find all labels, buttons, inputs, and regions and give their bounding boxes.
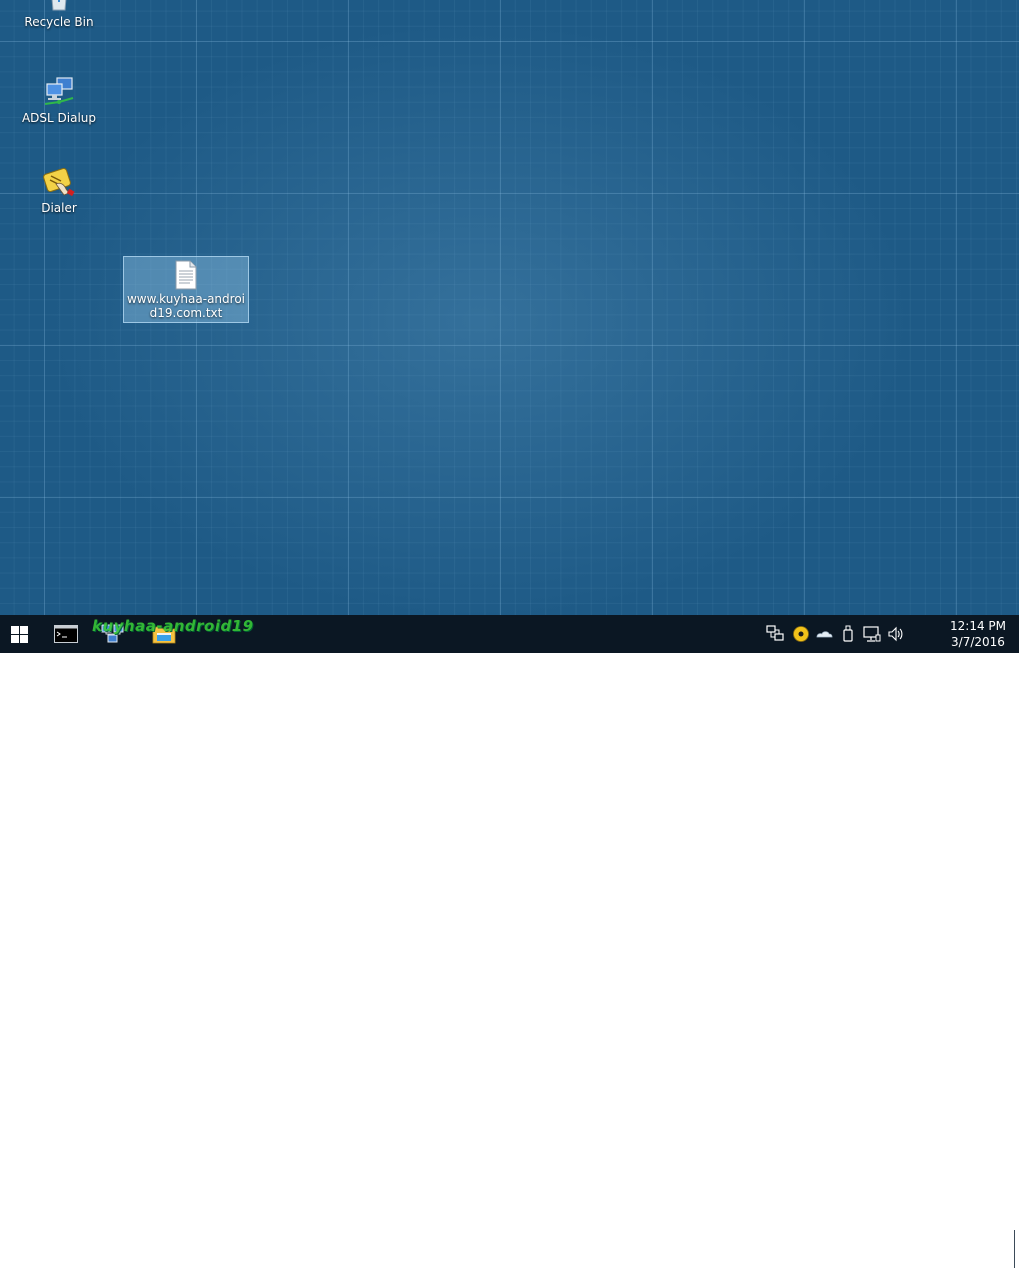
desktop-icon-dialer[interactable]: Dialer [19, 166, 99, 216]
tray-cloud[interactable] [815, 625, 833, 643]
desktop-icon-text-file[interactable]: www.kuyhaa-android19.com.txt [123, 256, 249, 323]
tray-network-manager[interactable] [766, 625, 784, 643]
dialer-icon [43, 168, 75, 197]
desktop-icon-label: ADSL Dialup [21, 111, 97, 125]
clock-date: 3/7/2016 [951, 635, 1005, 649]
desktop-icon-label: www.kuyhaa-android19.com.txt [126, 292, 245, 320]
start-button[interactable] [0, 615, 38, 653]
text-file-icon [175, 260, 197, 290]
network-manager-icon [766, 625, 784, 641]
show-desktop-button[interactable] [1014, 1230, 1019, 1268]
tray-volume[interactable] [887, 625, 905, 643]
cloud-icon [816, 631, 833, 638]
volume-icon [888, 626, 903, 642]
taskbar-clock[interactable]: 12:14 PM 3/7/2016 [940, 618, 1016, 650]
desktop-icon-label: Recycle Bin [24, 15, 94, 29]
clock-time: 12:14 PM [950, 619, 1006, 633]
tray-network[interactable] [863, 625, 881, 643]
taskbar-app-command-prompt[interactable] [50, 615, 82, 653]
media-disc-icon [793, 626, 809, 642]
command-prompt-icon [54, 625, 78, 643]
desktop-icon-adsl-dialup[interactable]: ADSL Dialup [19, 76, 99, 126]
desktop-icon-recycle-bin[interactable]: Recycle Bin [19, 0, 99, 30]
windows-logo-icon [10, 625, 28, 643]
usb-device-icon [843, 625, 853, 642]
tray-media-disc[interactable] [792, 625, 810, 643]
desktop[interactable]: Recycle Bin ADSL Dialup Dialer www.kuyha… [0, 0, 1019, 615]
network-computers-icon [44, 77, 74, 105]
watermark-logo: kuyhaa-android19 [92, 617, 254, 635]
desktop-icon-label: Dialer [41, 201, 77, 215]
network-icon [863, 626, 881, 642]
tray-usb-device[interactable] [839, 625, 857, 643]
recycle-bin-icon [51, 0, 67, 11]
